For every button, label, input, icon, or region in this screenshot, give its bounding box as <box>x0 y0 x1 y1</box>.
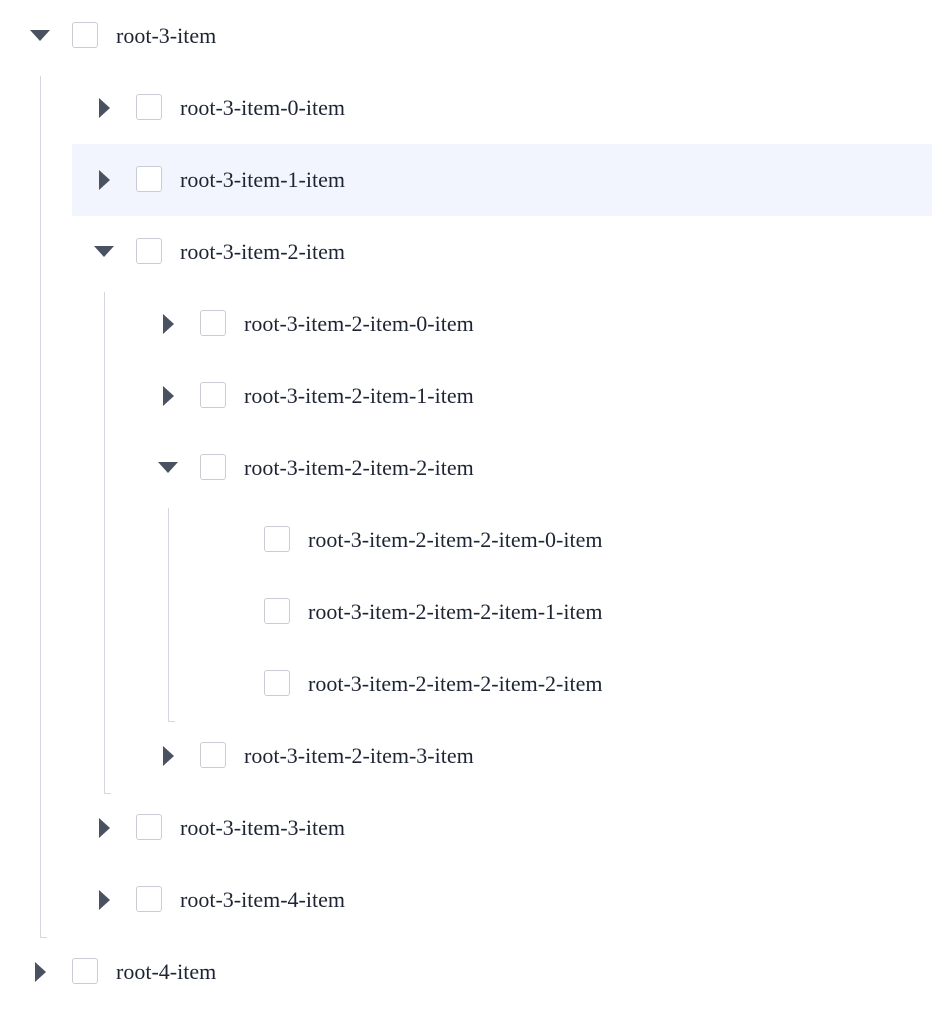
tree-item-label: root-3-item-1-item <box>180 167 345 192</box>
tree-item-label: root-3-item-2-item-2-item <box>244 455 474 480</box>
tree-item-label: root-3-item <box>116 23 217 48</box>
caret-right-icon[interactable] <box>92 888 116 912</box>
tree-item[interactable]: root-3-item-4-item <box>72 864 932 936</box>
tree-item-checkbox[interactable] <box>136 886 162 912</box>
tree-item-label: root-3-item-2-item-0-item <box>244 311 474 336</box>
tree-item-checkbox[interactable] <box>72 22 98 48</box>
tree-item-label: root-3-item-3-item <box>180 815 345 840</box>
caret-right-icon[interactable] <box>156 744 180 768</box>
tree-item[interactable]: root-3-item-2-item-2-item-1-item <box>200 576 932 648</box>
tree-item[interactable]: root-3-item-2-item-0-item <box>136 288 932 360</box>
tree-item-checkbox[interactable] <box>72 958 98 984</box>
tree-item-checkbox[interactable] <box>264 598 290 624</box>
caret-right-icon[interactable] <box>28 960 52 984</box>
tree-item-label: root-4-item <box>116 959 217 984</box>
tree-item-checkbox[interactable] <box>200 382 226 408</box>
tree-item-checkbox[interactable] <box>136 814 162 840</box>
tree-item[interactable]: root-3-item-1-item <box>72 144 932 216</box>
tree-item[interactable]: root-3-item-2-item <box>72 216 932 288</box>
caret-right-icon[interactable] <box>156 384 180 408</box>
tree-item-checkbox[interactable] <box>264 670 290 696</box>
tree-guide-line <box>168 508 175 722</box>
tree-item-label: root-3-item-2-item-3-item <box>244 743 474 768</box>
caret-right-icon[interactable] <box>92 816 116 840</box>
tree-item[interactable]: root-3-item <box>0 0 932 72</box>
caret-down-icon[interactable] <box>28 24 52 48</box>
tree-item-label: root-3-item-2-item <box>180 239 345 264</box>
tree-item[interactable]: root-3-item-2-item-1-item <box>136 360 932 432</box>
tree-item[interactable]: root-3-item-2-item-2-item <box>136 432 932 504</box>
tree-view: root-3-item root-3-item-0-item root-3-item… <box>0 0 932 1010</box>
tree-guide-line <box>40 76 47 938</box>
tree-item-label: root-3-item-2-item-2-item-2-item <box>308 671 603 696</box>
tree-item-checkbox[interactable] <box>136 238 162 264</box>
tree-item-checkbox[interactable] <box>200 454 226 480</box>
tree-item-label: root-3-item-4-item <box>180 887 345 912</box>
tree-item-checkbox[interactable] <box>264 526 290 552</box>
tree-item[interactable]: root-3-item-3-item <box>72 792 932 864</box>
caret-down-icon[interactable] <box>92 240 116 264</box>
tree-item-checkbox[interactable] <box>136 166 162 192</box>
tree-item-label: root-3-item-0-item <box>180 95 345 120</box>
tree-item-label: root-3-item-2-item-2-item-0-item <box>308 527 603 552</box>
caret-right-icon[interactable] <box>92 96 116 120</box>
tree-item[interactable]: root-3-item-2-item-2-item-0-item <box>200 504 932 576</box>
tree-item-checkbox[interactable] <box>200 310 226 336</box>
tree-item-label: root-3-item-2-item-2-item-1-item <box>308 599 603 624</box>
tree-item-label: root-3-item-2-item-1-item <box>244 383 474 408</box>
tree-item-checkbox[interactable] <box>200 742 226 768</box>
tree-item[interactable]: root-4-item <box>0 936 932 1008</box>
tree-item[interactable]: root-3-item-2-item-3-item <box>136 720 932 792</box>
tree-item[interactable]: root-3-item-2-item-2-item-2-item <box>200 648 932 720</box>
caret-right-icon[interactable] <box>92 168 116 192</box>
tree-guide-line <box>104 292 111 794</box>
tree-item[interactable]: root-3-item-0-item <box>72 72 932 144</box>
caret-right-icon[interactable] <box>156 312 180 336</box>
caret-down-icon[interactable] <box>156 456 180 480</box>
tree-item-checkbox[interactable] <box>136 94 162 120</box>
